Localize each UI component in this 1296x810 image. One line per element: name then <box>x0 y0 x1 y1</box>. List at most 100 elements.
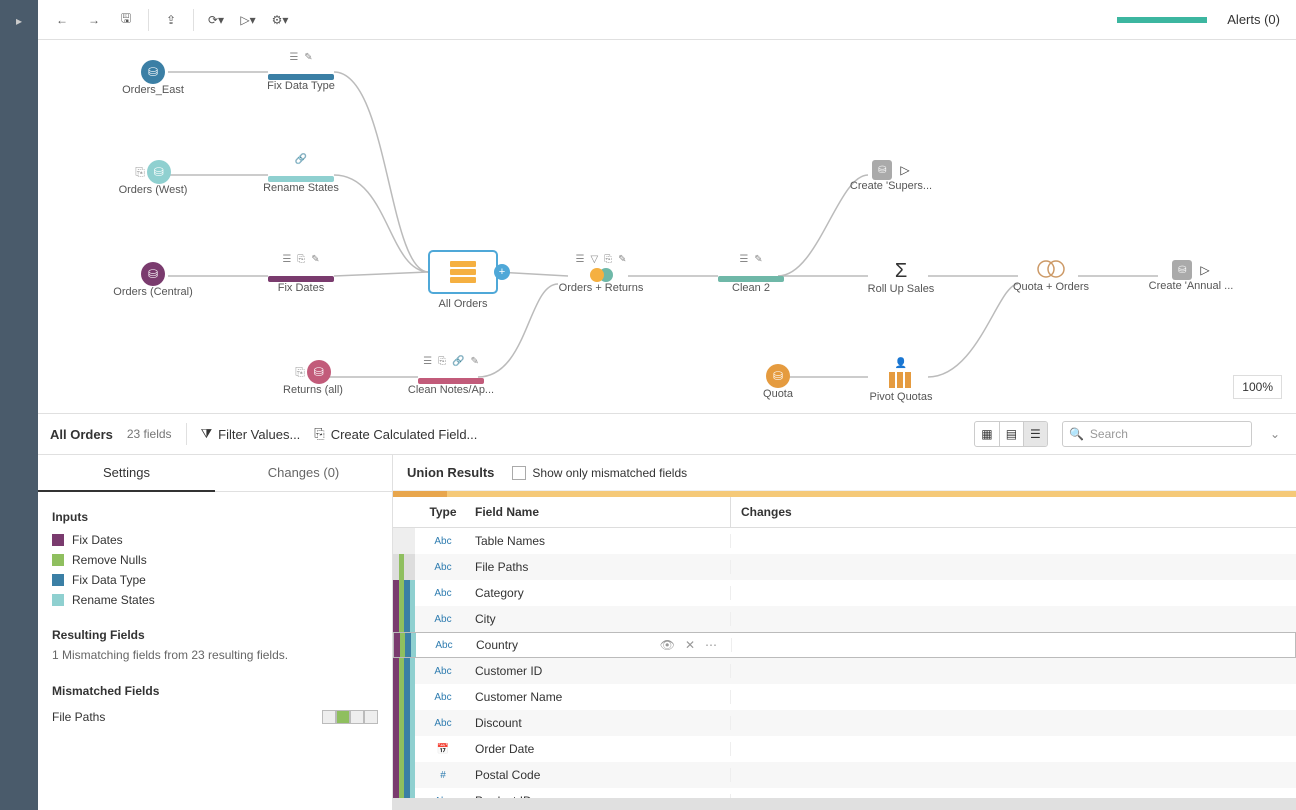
type-cell[interactable]: Abc <box>416 640 472 651</box>
view-grid-icon[interactable]: ▤ <box>999 422 1023 446</box>
type-cell[interactable]: Abc <box>415 692 471 703</box>
type-cell[interactable]: Abc <box>415 588 471 599</box>
tab-changes[interactable]: Changes (0) <box>215 455 392 492</box>
name-cell[interactable]: Table Names <box>471 534 731 548</box>
create-calc-button[interactable]: ⎘Create Calculated Field... <box>314 426 477 442</box>
node-pivot-quotas[interactable]: 👤 Pivot Quotas <box>856 358 946 403</box>
input-item[interactable]: Fix Data Type <box>52 570 378 590</box>
filter-values-button[interactable]: ⧩Filter Values... <box>201 426 301 442</box>
color-swatch <box>52 534 64 546</box>
database-icon: ⛁ <box>773 369 783 383</box>
horizontal-scrollbar[interactable] <box>393 798 1296 810</box>
type-cell[interactable]: Abc <box>415 718 471 729</box>
save-button[interactable]: 🖫 <box>112 6 140 34</box>
collapse-button[interactable]: ⌄ <box>1266 427 1284 441</box>
input-item[interactable]: Fix Dates <box>52 530 378 550</box>
name-cell[interactable]: File Paths <box>471 560 731 574</box>
node-orders-returns[interactable]: ☰▽⎘✎ Orders + Returns <box>556 254 646 294</box>
run-button[interactable]: ▷▾ <box>234 6 262 34</box>
node-returns-all[interactable]: ⎘⛁ Returns (all) <box>268 360 358 396</box>
type-cell[interactable]: Abc <box>415 562 471 573</box>
type-cell[interactable]: Abc <box>415 536 471 547</box>
source-strip <box>393 528 415 554</box>
table-row[interactable]: #Postal Code <box>393 762 1296 788</box>
table-row[interactable]: AbcCustomer ID <box>393 658 1296 684</box>
flow-canvas[interactable]: ⛁ Orders_East ☰✎ Fix Data Type ⎘⛁ Orders… <box>38 40 1296 413</box>
output-icon: ⛁ <box>878 165 886 176</box>
type-cell[interactable]: # <box>415 770 471 781</box>
color-swatch <box>52 594 64 606</box>
view-summary-icon[interactable]: ▦ <box>975 422 999 446</box>
settings-dropdown[interactable]: ⚙▾ <box>266 6 294 34</box>
add-step-button[interactable]: + <box>494 264 510 280</box>
name-cell[interactable]: Customer Name <box>471 690 731 704</box>
node-quota[interactable]: ⛁ Quota <box>733 364 823 400</box>
show-mismatch-checkbox[interactable]: Show only mismatched fields <box>512 466 687 480</box>
node-orders-east[interactable]: ⛁ Orders_East <box>108 60 198 96</box>
union-results-title: Union Results <box>407 465 494 480</box>
view-list-icon[interactable]: ☰ <box>1023 422 1047 446</box>
input-item[interactable]: Remove Nulls <box>52 550 378 570</box>
table-row[interactable]: AbcCity <box>393 606 1296 632</box>
table-row[interactable]: AbcDiscount <box>393 710 1296 736</box>
node-fix-data-type[interactable]: ☰✎ Fix Data Type <box>256 52 346 92</box>
search-input[interactable]: 🔍 Search <box>1062 421 1252 447</box>
more-icon[interactable]: ⋯ <box>705 638 717 652</box>
clean-icon: ☰ <box>282 254 291 266</box>
zoom-indicator[interactable]: 100% <box>1233 375 1282 399</box>
alerts-label[interactable]: Alerts (0) <box>1227 12 1280 27</box>
publish-button[interactable]: ⇪ <box>157 6 185 34</box>
type-cell[interactable]: Abc <box>415 666 471 677</box>
name-cell[interactable]: Category <box>471 586 731 600</box>
node-all-orders[interactable]: + All Orders <box>408 250 518 310</box>
node-rollup[interactable]: Σ Roll Up Sales <box>856 260 946 295</box>
node-create-supers[interactable]: ⛁▷ Create 'Supers... <box>846 160 936 192</box>
node-create-annual[interactable]: ⛁▷ Create 'Annual ... <box>1146 260 1236 292</box>
forward-button[interactable]: → <box>80 6 108 34</box>
union-results-panel: Union Results Show only mismatched field… <box>393 455 1296 810</box>
table-row[interactable]: AbcProduct ID <box>393 788 1296 798</box>
hide-icon[interactable]: 👁 <box>660 638 675 652</box>
view-toggle[interactable]: ▦ ▤ ☰ <box>974 421 1048 447</box>
source-strip <box>393 710 415 736</box>
node-quota-orders[interactable]: Quota + Orders <box>1006 260 1096 293</box>
clean-icon: ☰ <box>289 52 298 64</box>
table-row[interactable]: AbcCustomer Name <box>393 684 1296 710</box>
field-table-header: Type Field Name Changes <box>393 497 1296 528</box>
back-button[interactable]: ← <box>48 6 76 34</box>
mismatch-item[interactable]: File Paths <box>52 704 378 730</box>
name-cell[interactable]: Order Date <box>471 742 731 756</box>
output-icon: ⛁ <box>1178 265 1186 276</box>
name-cell[interactable]: Customer ID <box>471 664 731 678</box>
left-rail[interactable]: ▸ <box>0 0 38 810</box>
node-fix-dates[interactable]: ☰⎘✎ Fix Dates <box>256 254 346 294</box>
type-cell[interactable]: Abc <box>415 614 471 625</box>
play-icon[interactable]: ▷ <box>1200 263 1209 277</box>
node-orders-central[interactable]: ⛁ Orders (Central) <box>108 262 198 298</box>
node-orders-west[interactable]: ⎘⛁ Orders (West) <box>108 160 198 196</box>
type-cell[interactable]: 📅 <box>415 744 471 755</box>
refresh-button[interactable]: ⟳▾ <box>202 6 230 34</box>
expand-rail-icon[interactable]: ▸ <box>16 14 22 28</box>
node-clean2[interactable]: ☰✎ Clean 2 <box>706 254 796 294</box>
table-row[interactable]: AbcFile Paths <box>393 554 1296 580</box>
table-row[interactable]: AbcCountry👁✕⋯ <box>393 632 1296 658</box>
venn-icon <box>1036 260 1066 281</box>
progress-bar <box>1117 17 1207 23</box>
node-rename-states[interactable]: 🔗 Rename States <box>256 154 346 194</box>
name-cell[interactable]: Postal Code <box>471 768 731 782</box>
input-item[interactable]: Rename States <box>52 590 378 610</box>
name-cell[interactable]: City <box>471 612 731 626</box>
remove-icon[interactable]: ✕ <box>685 638 695 652</box>
play-icon[interactable]: ▷ <box>900 163 909 177</box>
table-row[interactable]: AbcCategory <box>393 580 1296 606</box>
union-icon <box>450 261 476 283</box>
filter-icon: ⧩ <box>201 426 213 442</box>
name-cell[interactable]: Country👁✕⋯ <box>472 638 732 652</box>
tab-settings[interactable]: Settings <box>38 455 215 492</box>
table-row[interactable]: AbcTable Names <box>393 528 1296 554</box>
table-row[interactable]: 📅Order Date <box>393 736 1296 762</box>
file-icon: ⎘ <box>295 365 305 380</box>
node-clean-notes[interactable]: ☰⎘🔗✎ Clean Notes/Ap... <box>406 356 496 396</box>
name-cell[interactable]: Discount <box>471 716 731 730</box>
